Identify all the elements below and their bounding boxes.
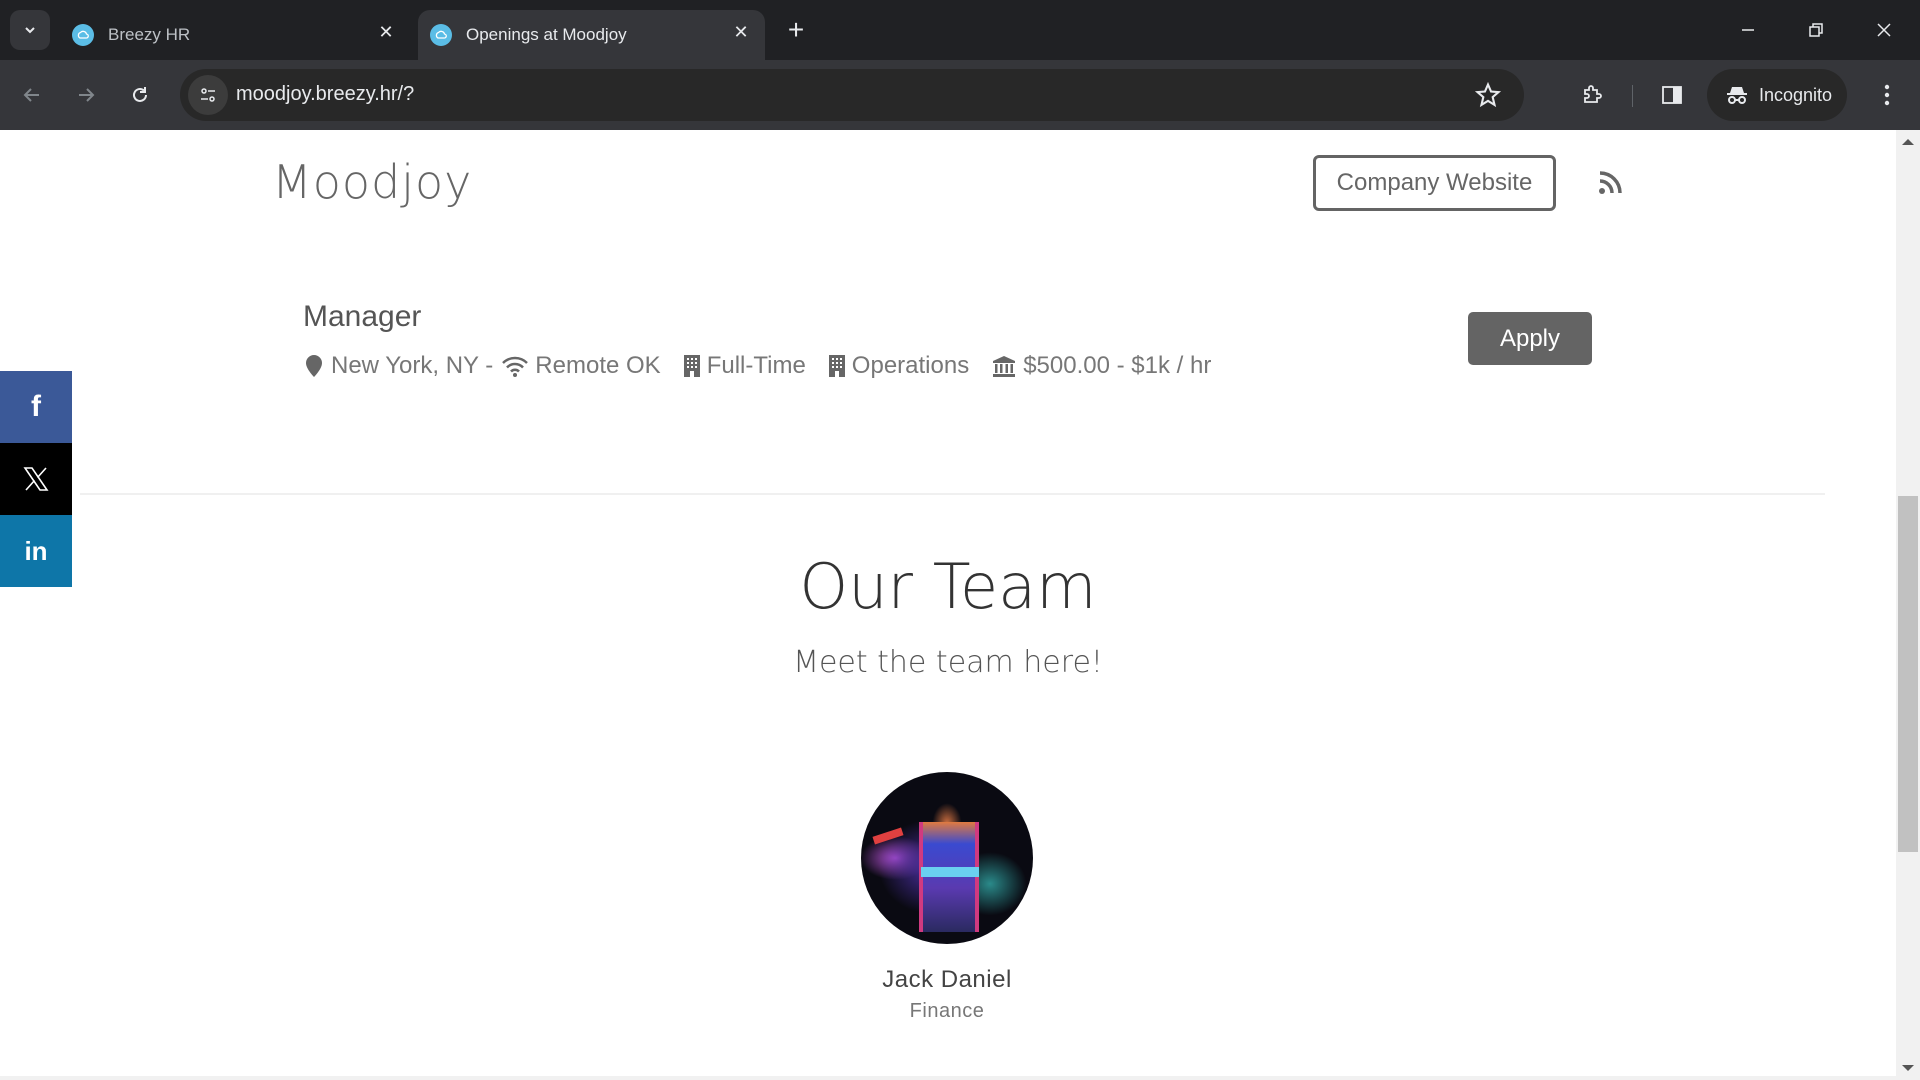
team-member-name: Jack Daniel (882, 966, 1012, 993)
scroll-down-arrow-icon[interactable] (1902, 1065, 1914, 1071)
avatar (861, 772, 1033, 944)
back-button[interactable] (14, 77, 50, 113)
minimize-icon (1742, 29, 1754, 31)
tab-breezy-hr[interactable]: Breezy HR ✕ (60, 10, 410, 60)
restore-button[interactable] (1782, 0, 1850, 60)
tab-title: Openings at Moodjoy (466, 25, 627, 44)
job-remote: Remote OK (501, 352, 661, 380)
avatar-photo-detail (921, 867, 979, 877)
building-icon (828, 354, 846, 378)
facebook-icon: f (31, 390, 41, 423)
section-divider (80, 493, 1825, 495)
chevron-down-icon (25, 27, 35, 34)
job-department-text: Operations (851, 352, 970, 379)
arrow-left-icon (23, 88, 39, 102)
scroll-up-arrow-icon[interactable] (1902, 139, 1914, 145)
company-website-button[interactable]: Company Website (1313, 155, 1556, 211)
puzzle-icon (1584, 85, 1602, 103)
bookmark-star-button[interactable] (1474, 81, 1502, 109)
extensions-button[interactable] (1574, 77, 1610, 113)
facebook-share-button[interactable]: f (0, 371, 72, 443)
url-text[interactable]: moodjoy.breezy.hr/? (236, 83, 414, 106)
social-share-bar: f in (0, 371, 72, 587)
incognito-label: Incognito (1759, 84, 1833, 105)
restore-icon (1809, 23, 1823, 37)
job-type: Full-Time (683, 352, 806, 380)
star-icon (1474, 81, 1502, 108)
scrollbar-thumb[interactable] (1898, 496, 1918, 852)
rss-feed-button[interactable] (1597, 170, 1623, 196)
linkedin-icon: in (24, 535, 48, 566)
incognito-profile-button[interactable]: Incognito (1707, 69, 1847, 121)
incognito-icon (1727, 87, 1747, 104)
team-member-department: Finance (909, 1000, 985, 1022)
arrow-right-icon (79, 88, 95, 102)
job-salary: $500.00 - $1k / hr (991, 352, 1211, 380)
browser-menu-button[interactable] (1869, 77, 1905, 113)
team-section-subtitle: Meet the team here! (793, 645, 1103, 680)
forward-button[interactable] (68, 77, 104, 113)
plus-icon: + (787, 14, 805, 45)
vertical-scrollbar[interactable] (1896, 130, 1920, 1080)
building-icon (683, 354, 701, 378)
close-window-button[interactable] (1850, 0, 1918, 60)
avatar-photo-detail (919, 822, 979, 932)
job-meta: New York, NY - Remote OK Full-Time Opera… (303, 352, 1211, 380)
site-info-button[interactable] (188, 75, 228, 115)
rss-icon (1599, 171, 1622, 194)
team-section-title: Our Team (799, 550, 1097, 623)
side-panel-icon (1662, 86, 1682, 104)
minimize-button[interactable] (1714, 0, 1782, 60)
tab-search-button[interactable] (10, 10, 50, 50)
page-content: Moodjoy Company Website Manager New York… (0, 130, 1896, 1080)
tab-openings-at-moodjoy[interactable]: Openings at Moodjoy ✕ (418, 10, 765, 60)
x-share-button[interactable] (0, 443, 72, 515)
apply-button[interactable]: Apply (1468, 312, 1592, 365)
avatar-photo-detail (872, 827, 904, 845)
browser-toolbar: moodjoy.breezy.hr/? Incognito (0, 60, 1920, 130)
x-icon (23, 467, 49, 491)
tune-icon (201, 88, 215, 102)
map-marker-icon (303, 354, 325, 378)
job-salary-text: $500.00 - $1k / hr (1023, 352, 1212, 379)
company-logo-text[interactable]: Moodjoy (272, 155, 472, 209)
page-bottom-edge (0, 1076, 1896, 1080)
address-bar[interactable]: moodjoy.breezy.hr/? (180, 69, 1524, 121)
job-location-text: New York, NY - (331, 352, 494, 379)
job-remote-text: Remote OK (535, 352, 661, 379)
browser-tab-strip: Breezy HR ✕ Openings at Moodjoy ✕ + (0, 0, 1920, 60)
job-location: New York, NY - (303, 352, 493, 380)
linkedin-share-button[interactable]: in (0, 515, 72, 587)
reload-button[interactable] (122, 77, 158, 113)
bank-icon (991, 354, 1017, 378)
close-tab-icon[interactable]: ✕ (731, 22, 751, 42)
side-panel-button[interactable] (1654, 77, 1690, 113)
reload-icon (133, 87, 147, 102)
toolbar-separator (1632, 85, 1633, 107)
job-department: Operations (828, 352, 969, 380)
team-member-card: Jack Daniel Finance (797, 772, 1097, 1023)
close-icon (1877, 23, 1891, 37)
wifi-icon (501, 354, 529, 378)
job-type-text: Full-Time (706, 352, 806, 379)
close-tab-icon[interactable]: ✕ (376, 22, 396, 42)
breezy-cloud-icon (430, 24, 452, 46)
job-title-link[interactable]: Manager (303, 300, 421, 334)
kebab-menu-icon (1884, 84, 1890, 106)
tab-title: Breezy HR (108, 25, 191, 44)
new-tab-button[interactable]: + (780, 14, 812, 46)
breezy-cloud-icon (72, 24, 94, 46)
